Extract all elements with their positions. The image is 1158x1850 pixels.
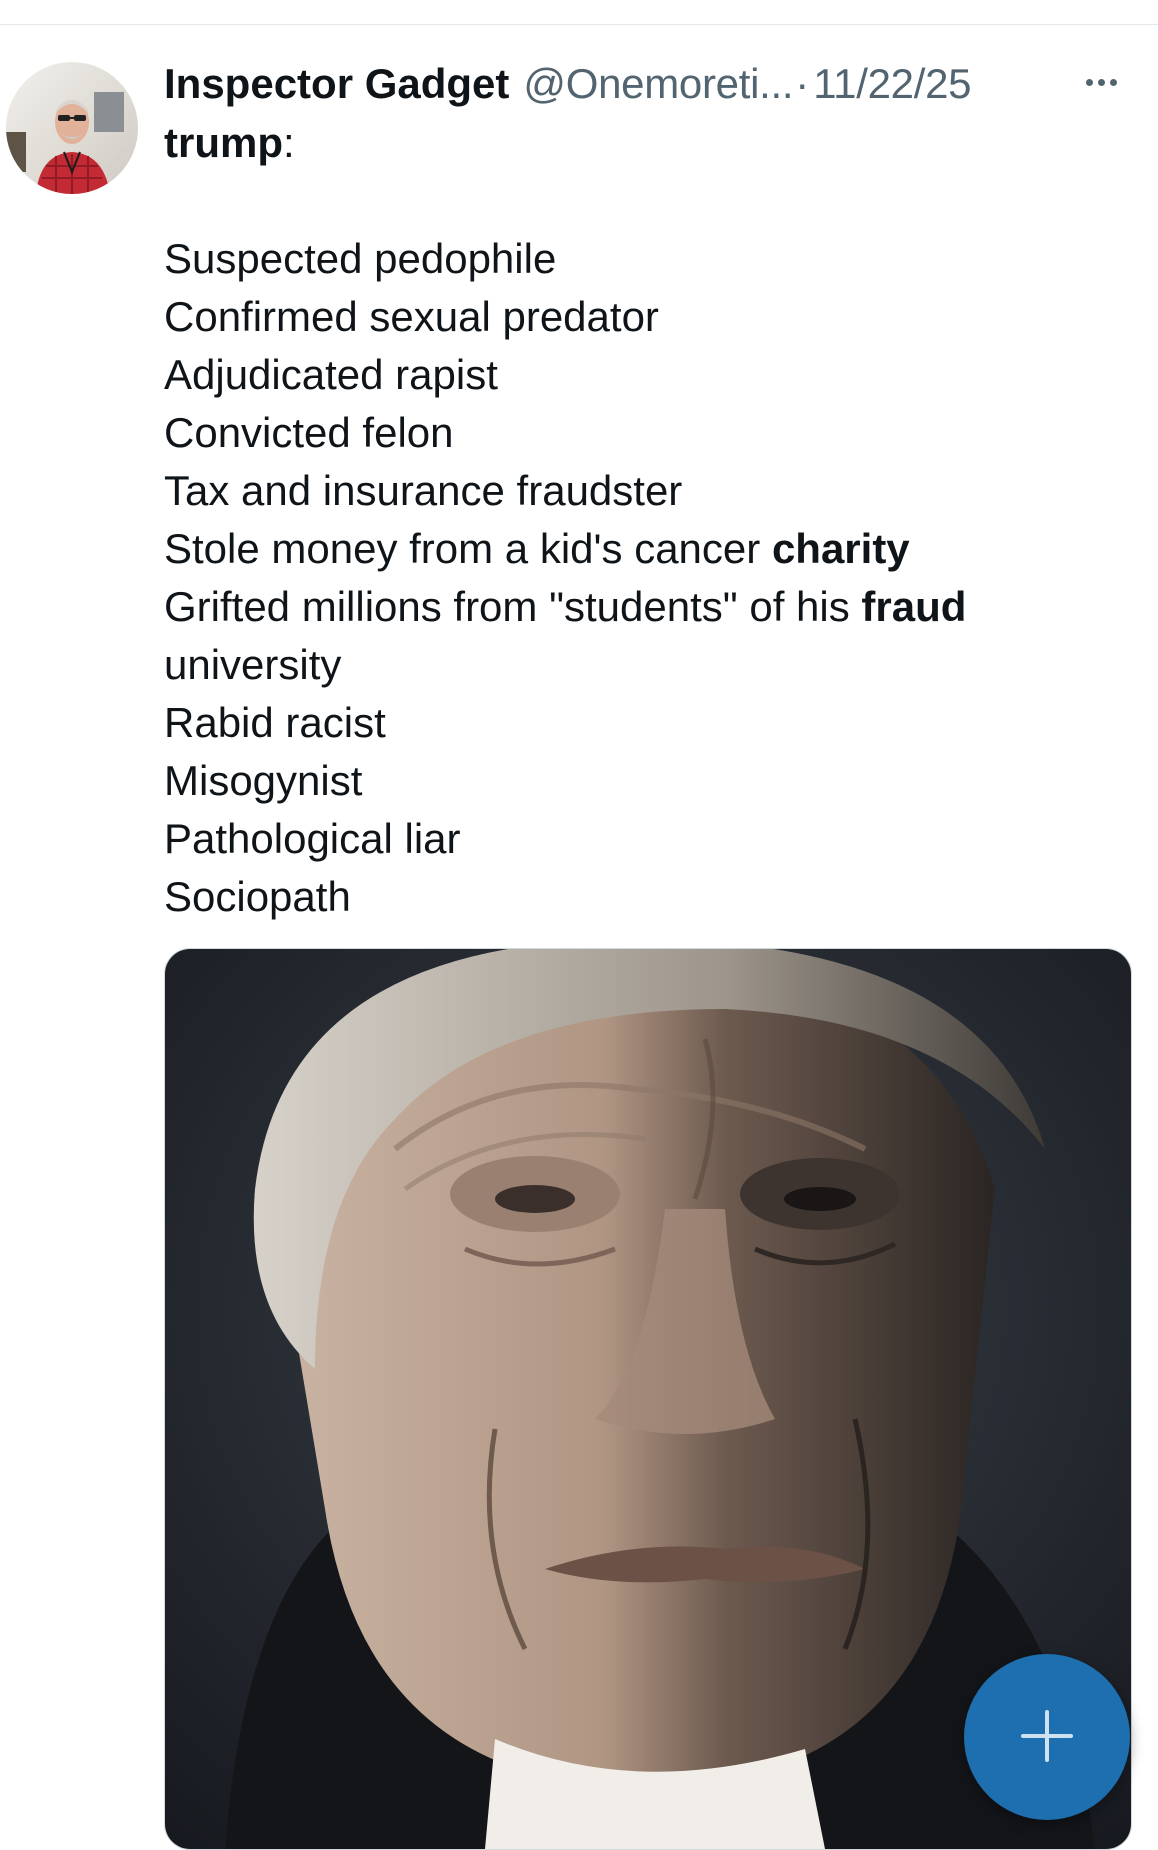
charity-text: Stole money from a kid's cancer (164, 525, 772, 572)
dot (1109, 78, 1117, 86)
list-item: Adjudicated rapist (164, 351, 498, 398)
tweet-subject: trump (164, 119, 283, 166)
university-bold: fraud (861, 583, 967, 630)
list-item-university: Grifted millions from "students" of his … (164, 578, 1064, 636)
dot (1097, 78, 1105, 86)
list-item: Suspected pedophile (164, 235, 557, 282)
tweet-date[interactable]: 11/22/25 (813, 54, 971, 114)
more-options-icon[interactable] (1076, 62, 1126, 102)
list-item: Sociopath (164, 873, 351, 920)
top-divider (0, 24, 1158, 25)
list-item: Convicted felon (164, 409, 454, 456)
tweet-text: trump: Suspected pedophile Confirmed sex… (164, 114, 1064, 926)
dot (1085, 78, 1093, 86)
charity-bold: charity (771, 525, 910, 572)
tweet-subject-line: trump: (164, 114, 1064, 172)
separator-dot: · (795, 60, 810, 107)
compose-button[interactable] (964, 1654, 1130, 1820)
tweet-header: Inspector Gadget @Onemoreti... · 11/22/2… (164, 54, 1044, 114)
tweet-subject-colon: : (283, 119, 295, 166)
list-item: Rabid racist (164, 699, 386, 746)
author-name[interactable]: Inspector Gadget (164, 54, 509, 114)
list-item: Misogynist (164, 757, 363, 804)
university-text: Grifted millions from "students" of his (164, 583, 862, 630)
list-item: Tax and insurance fraudster (164, 467, 683, 514)
profile-photo (6, 62, 138, 194)
list-item: Pathological liar (164, 815, 461, 862)
plus-icon (1021, 1710, 1073, 1762)
author-handle[interactable]: @Onemoreti... (523, 54, 793, 114)
avatar[interactable] (6, 62, 138, 194)
list-item: Confirmed sexual predator (164, 293, 659, 340)
list-item-university-cont: university (164, 641, 342, 688)
list-item-charity: Stole money from a kid's cancer charity (164, 520, 1064, 578)
